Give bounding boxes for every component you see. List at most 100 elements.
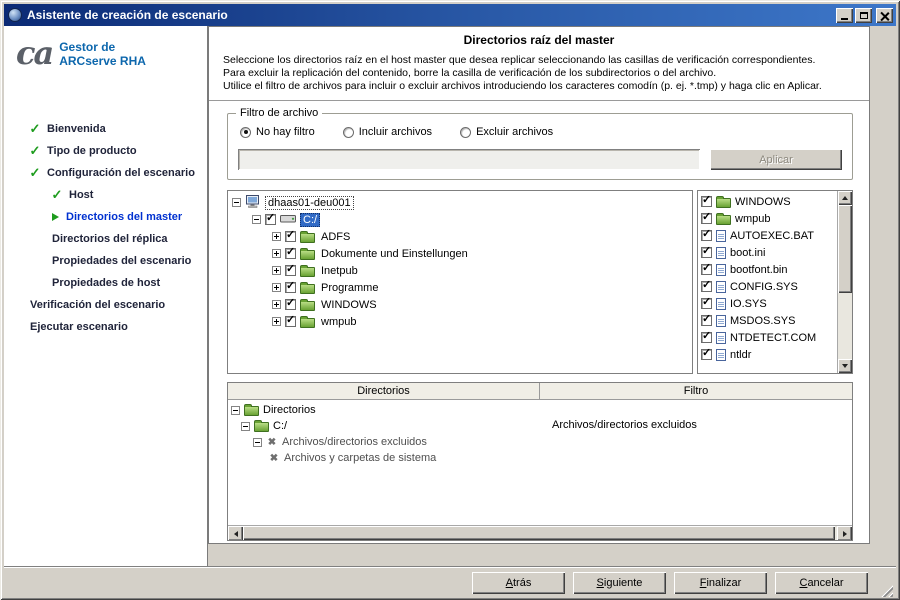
scroll-right-button[interactable]	[837, 526, 852, 541]
sidebar-step-configuracion[interactable]: Configuración del escenario	[16, 162, 207, 184]
main-area: Directorios raíz del master Seleccione l…	[208, 26, 896, 566]
files-vertical-scrollbar[interactable]	[837, 191, 852, 373]
radio-include-files[interactable]: Incluir archivos	[343, 126, 432, 138]
summary-row-directorios[interactable]: Directorios	[228, 402, 852, 418]
sidebar-step-host[interactable]: Host	[16, 184, 207, 206]
radio-selected-icon	[240, 127, 251, 138]
exclusion-summary-table: Directorios Filtro Directorios C:/	[227, 382, 853, 541]
master-directory-tree: dhaas01-deu001 C:/ ADFS	[227, 190, 693, 374]
expand-icon[interactable]	[272, 249, 281, 258]
minimize-button[interactable]	[836, 8, 853, 23]
expand-icon[interactable]	[272, 300, 281, 309]
file-row[interactable]: AUTOEXEC.BAT	[701, 227, 837, 244]
scrollbar-thumb[interactable]	[243, 526, 835, 540]
scrollbar-thumb[interactable]	[838, 205, 852, 293]
file-row[interactable]: wmpub	[701, 210, 837, 227]
file-label: ntldr	[730, 349, 751, 361]
resize-grip[interactable]	[880, 584, 893, 597]
file-icon	[716, 298, 726, 310]
cancel-button-label: Cancelar	[799, 577, 843, 589]
radio-exclude-files[interactable]: Excluir archivos	[460, 126, 553, 138]
summary-row-system-files[interactable]: Archivos y carpetas de sistema	[228, 450, 852, 466]
checkbox-checked-icon[interactable]	[701, 264, 712, 275]
sidebar-step-ejecutar[interactable]: Ejecutar escenario	[16, 316, 207, 338]
file-label: NTDETECT.COM	[730, 332, 816, 344]
app-icon[interactable]	[8, 8, 22, 22]
checkbox-checked-icon[interactable]	[285, 299, 296, 310]
expand-icon[interactable]	[272, 317, 281, 326]
scrollbar-track[interactable]	[838, 205, 852, 359]
back-button[interactable]: Atrás	[472, 572, 565, 594]
checkbox-checked-icon[interactable]	[701, 349, 712, 360]
checkbox-checked-icon[interactable]	[701, 247, 712, 258]
checkbox-checked-icon[interactable]	[285, 316, 296, 327]
radio-no-filter[interactable]: No hay filtro	[240, 126, 315, 138]
checkbox-checked-icon[interactable]	[701, 298, 712, 309]
file-row[interactable]: ntldr	[701, 346, 837, 363]
step-label: Bienvenida	[47, 123, 106, 135]
collapse-icon[interactable]	[252, 215, 261, 224]
summary-horizontal-scrollbar[interactable]	[228, 525, 852, 540]
checkbox-checked-icon[interactable]	[701, 230, 712, 241]
column-header-directorios[interactable]: Directorios	[228, 383, 540, 399]
maximize-button[interactable]	[855, 8, 872, 23]
checkbox-checked-icon[interactable]	[701, 315, 712, 326]
file-row[interactable]: IO.SYS	[701, 295, 837, 312]
tree-node-folder-programme[interactable]: Programme	[232, 279, 692, 296]
close-button[interactable]	[876, 8, 893, 23]
expand-icon[interactable]	[272, 283, 281, 292]
arrow-up-icon	[842, 193, 848, 200]
sidebar-step-bienvenida[interactable]: Bienvenida	[16, 118, 207, 140]
checkbox-checked-icon[interactable]	[285, 248, 296, 259]
collapse-icon[interactable]	[231, 406, 240, 415]
sidebar-step-directorios-replica[interactable]: Directorios del réplica	[16, 228, 207, 250]
file-row[interactable]: WINDOWS	[701, 193, 837, 210]
checkbox-checked-icon[interactable]	[285, 282, 296, 293]
expand-icon[interactable]	[272, 266, 281, 275]
tree-node-folder-wmpub[interactable]: wmpub	[232, 313, 692, 330]
file-icon	[716, 281, 726, 293]
checkbox-checked-icon[interactable]	[701, 332, 712, 343]
sidebar-step-directorios-master[interactable]: Directorios del master	[16, 206, 207, 228]
file-row[interactable]: MSDOS.SYS	[701, 312, 837, 329]
file-row[interactable]: NTDETECT.COM	[701, 329, 837, 346]
tree-node-folder-adfs[interactable]: ADFS	[232, 228, 692, 245]
next-button[interactable]: Siguiente	[573, 572, 666, 594]
summary-row-drive-c[interactable]: C:/ Archivos/directorios excluidos	[228, 418, 852, 434]
scroll-left-button[interactable]	[228, 526, 243, 541]
sidebar-step-propiedades-escenario[interactable]: Propiedades del escenario	[16, 250, 207, 272]
tree-node-drive-c[interactable]: C:/	[232, 211, 692, 228]
sidebar-step-propiedades-host[interactable]: Propiedades de host	[16, 272, 207, 294]
collapse-icon[interactable]	[253, 438, 262, 447]
expand-icon[interactable]	[272, 232, 281, 241]
scroll-up-button[interactable]	[838, 191, 852, 205]
tree-node-folder-dokumente[interactable]: Dokumente und Einstellungen	[232, 245, 692, 262]
checkbox-checked-icon[interactable]	[285, 231, 296, 242]
sidebar-step-tipo-de-producto[interactable]: Tipo de producto	[16, 140, 207, 162]
collapse-icon[interactable]	[241, 422, 250, 431]
scroll-down-button[interactable]	[838, 359, 852, 373]
checkbox-checked-icon[interactable]	[701, 213, 712, 224]
sidebar: ca Gestor de ARCserve RHA Bienvenida Tip…	[4, 26, 208, 566]
sidebar-step-verificacion[interactable]: Verificación del escenario	[16, 294, 207, 316]
filter-pattern-input[interactable]	[238, 149, 700, 170]
checkbox-checked-icon[interactable]	[285, 265, 296, 276]
checkbox-checked-icon[interactable]	[701, 196, 712, 207]
checkbox-checked-icon[interactable]	[701, 281, 712, 292]
cancel-button[interactable]: Cancelar	[775, 572, 868, 594]
scrollbar-track[interactable]	[243, 526, 837, 540]
file-row[interactable]: bootfont.bin	[701, 261, 837, 278]
collapse-icon[interactable]	[232, 198, 241, 207]
checkbox-checked-icon[interactable]	[265, 214, 276, 225]
file-label: boot.ini	[730, 247, 765, 259]
column-header-filtro[interactable]: Filtro	[540, 383, 852, 399]
file-row[interactable]: boot.ini	[701, 244, 837, 261]
summary-row-excluded[interactable]: Archivos/directorios excluidos	[228, 434, 852, 450]
tree-node-host[interactable]: dhaas01-deu001	[232, 194, 692, 211]
apply-button[interactable]: Aplicar	[710, 149, 842, 170]
tree-node-folder-inetpub[interactable]: Inetpub	[232, 262, 692, 279]
tree-node-folder-windows[interactable]: WINDOWS	[232, 296, 692, 313]
finish-button[interactable]: Finalizar	[674, 572, 767, 594]
file-row[interactable]: CONFIG.SYS	[701, 278, 837, 295]
file-filter-group: Filtro de archivo No hay filtro Incluir …	[227, 113, 853, 180]
